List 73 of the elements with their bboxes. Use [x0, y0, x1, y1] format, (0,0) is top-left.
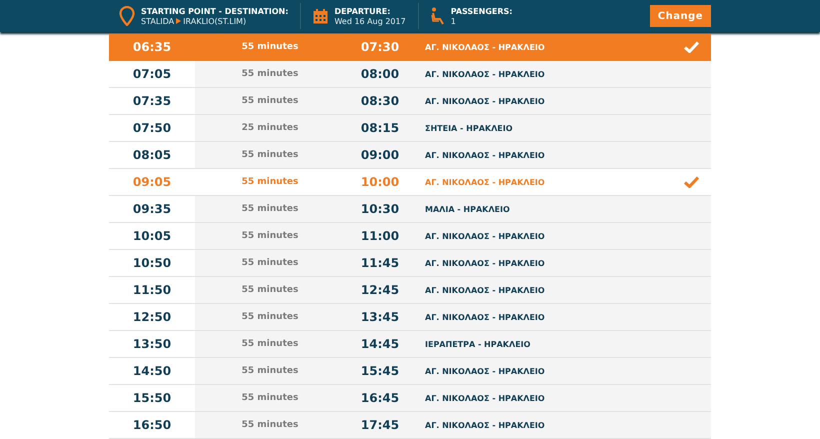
route-name: ΑΓ. ΝΙΚΟΛΑΟΣ - ΗΡΑΚΛΕΙΟ — [424, 42, 545, 52]
route-name: ΑΓ. ΝΙΚΟΛΑΟΣ - ΗΡΑΚΛΕΙΟ — [424, 70, 545, 78]
departure-time: 15:50 — [132, 391, 172, 405]
trip-duration: 55 minutes — [240, 96, 300, 106]
trip-duration: 55 minutes — [240, 177, 300, 187]
route-name: ΑΓ. ΝΙΚΟΛΑΟΣ - ΗΡΑΚΛΕΙΟ — [424, 420, 545, 430]
location-pin-icon — [119, 6, 135, 26]
departure-time: 10:05 — [132, 229, 172, 243]
departure-label: DEPARTURE: — [334, 6, 392, 16]
route-name: ΑΓ. ΝΙΚΟΛΑΟΣ - ΗΡΑΚΛΕΙΟ — [424, 96, 545, 106]
departure-date: Wed 16 Aug 2017 — [334, 16, 406, 26]
arrival-time: 10:30 — [360, 202, 400, 216]
departure-time: 11:50 — [132, 283, 172, 297]
route-name: ΑΓ. ΝΙΚΟΛΑΟΣ - ΗΡΑΚΛΕΙΟ — [424, 366, 545, 376]
trip-duration: 55 minutes — [240, 339, 300, 349]
arrival-time: 10:00 — [360, 175, 400, 189]
arrival-time: 16:45 — [360, 391, 400, 405]
arrival-time: 11:00 — [360, 229, 400, 243]
checkmark-icon — [684, 41, 698, 53]
trip-duration: 55 minutes — [240, 258, 300, 268]
origin-text: STALIDA — [141, 16, 174, 26]
arrival-time: 08:15 — [360, 121, 400, 135]
trip-duration: 55 minutes — [240, 231, 300, 241]
arrival-time: 11:45 — [360, 256, 400, 270]
route-name: ΜΑΛΙΑ - ΗΡΑΚΛΕΙΟ — [424, 204, 510, 214]
arrival-time: 08:30 — [360, 94, 400, 108]
departure-time: 10:50 — [132, 256, 172, 270]
arrival-time: 12:45 — [360, 283, 400, 297]
departure-time: 12:50 — [132, 310, 172, 324]
departure-time: 16:50 — [132, 418, 172, 432]
arrival-time: 07:30 — [360, 40, 400, 54]
arrow-right-icon — [176, 18, 182, 24]
arrival-time: 13:45 — [360, 310, 400, 324]
departure-time: 07:50 — [132, 121, 172, 135]
seat-icon — [430, 7, 445, 25]
departure-time: 06:35 — [132, 40, 172, 54]
arrival-time: 08:00 — [360, 67, 400, 81]
departure-time: 09:35 — [132, 202, 172, 216]
route-name: ΑΓ. ΝΙΚΟΛΑΟΣ - ΗΡΑΚΛΕΙΟ — [424, 312, 545, 322]
arrival-time: 17:45 — [360, 418, 400, 432]
arrival-time: 15:45 — [360, 364, 400, 378]
arrival-time: 14:45 — [360, 337, 400, 351]
destination-text: IRAKLIO(ST.LIM) — [183, 16, 246, 26]
trip-duration: 55 minutes — [240, 366, 300, 376]
departure-time: 07:05 — [132, 67, 172, 81]
passenger-count: 1 — [450, 16, 457, 26]
arrival-time: 09:00 — [360, 148, 400, 162]
departure-time: 14:50 — [132, 364, 172, 378]
route-name: ΑΓ. ΝΙΚΟΛΑΟΣ - ΗΡΑΚΛΕΙΟ — [424, 286, 545, 294]
calendar-icon — [313, 8, 328, 24]
route-name: ΣΗΤΕΙΑ - ΗΡΑΚΛΕΙΟ — [424, 124, 513, 132]
departure-time: 09:05 — [132, 175, 172, 189]
departure-time: 08:05 — [132, 148, 172, 162]
trip-duration: 55 minutes — [240, 285, 300, 295]
route-name: ΑΓ. ΝΙΚΟΛΑΟΣ - ΗΡΑΚΛΕΙΟ — [424, 258, 545, 268]
departure-time: 07:35 — [132, 94, 172, 108]
trip-duration: 55 minutes — [240, 420, 300, 430]
route-name: ΑΓ. ΝΙΚΟΛΑΟΣ - ΗΡΑΚΛΕΙΟ — [424, 394, 545, 402]
trip-duration: 25 minutes — [240, 123, 300, 133]
route-name: ΑΓ. ΝΙΚΟΛΑΟΣ - ΗΡΑΚΛΕΙΟ — [424, 150, 545, 160]
departure-time: 13:50 — [132, 337, 172, 351]
passengers-label: PASSENGERS: — [450, 6, 512, 16]
route-name: ΑΓ. ΝΙΚΟΛΑΟΣ - ΗΡΑΚΛΕΙΟ — [424, 232, 545, 240]
route-name: ΙΕΡΑΠΕΤΡΑ - ΗΡΑΚΛΕΙΟ — [424, 340, 530, 348]
trip-duration: 55 minutes — [240, 312, 300, 322]
checkmark-icon — [684, 176, 698, 188]
trip-duration: 55 minutes — [240, 150, 300, 160]
trip-duration: 55 minutes — [240, 204, 300, 214]
route-label: STARTING POINT - DESTINATION: — [141, 6, 288, 16]
trip-duration: 55 minutes — [240, 393, 300, 403]
route-name: ΑΓ. ΝΙΚΟΛΑΟΣ - ΗΡΑΚΛΕΙΟ — [424, 178, 545, 186]
trip-duration: 55 minutes — [240, 42, 300, 52]
trip-duration: 55 minutes — [240, 69, 300, 79]
